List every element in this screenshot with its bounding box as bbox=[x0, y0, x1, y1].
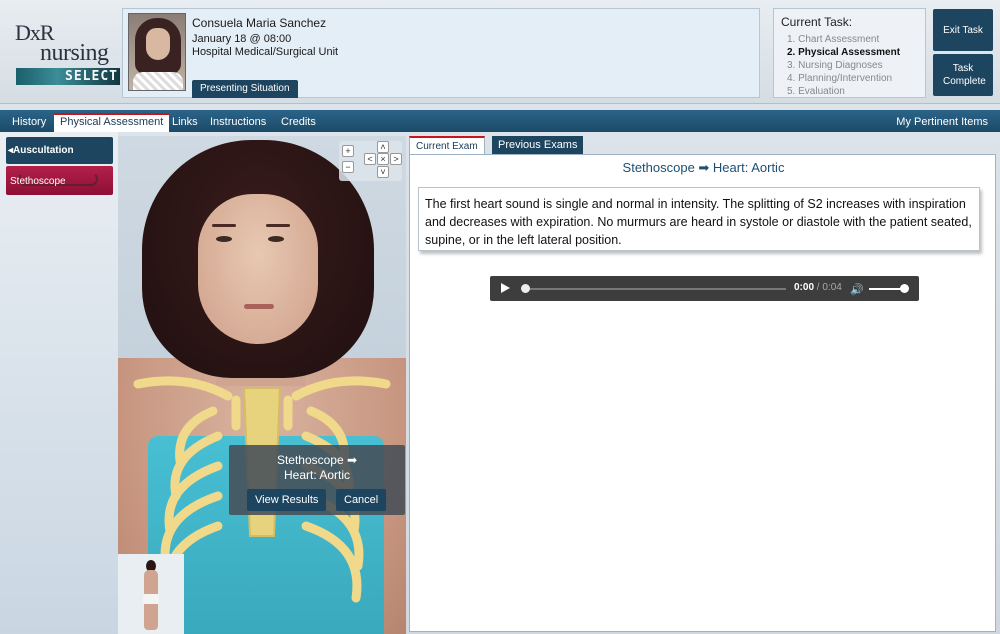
auscultation-point-popup: Stethoscope ➡ Heart: Aortic View Results… bbox=[229, 445, 405, 515]
patient-info-panel: Consuela Maria Sanchez January 18 @ 08:0… bbox=[122, 8, 760, 98]
audio-time: 0:00 / 0:04 bbox=[794, 282, 842, 293]
auscultation-button[interactable]: ◂Auscultation bbox=[6, 137, 113, 164]
current-task-title: Current Task: bbox=[781, 15, 853, 29]
exam-title: Stethoscope ➡ Heart: Aortic bbox=[622, 160, 785, 175]
audio-current-time: 0:00 bbox=[794, 282, 815, 293]
pan-up-button[interactable]: ˄ bbox=[377, 141, 389, 153]
mouth bbox=[244, 304, 274, 309]
logo-select: SELECT bbox=[65, 69, 118, 84]
task-list: 1. Chart Assessment 2. Physical Assessme… bbox=[781, 33, 918, 98]
tab-history[interactable]: History bbox=[6, 113, 52, 132]
task-item-physical-assessment: 2. Physical Assessment bbox=[787, 47, 901, 58]
task-item-evaluation: 5. Evaluation bbox=[787, 86, 845, 97]
popup-title: Stethoscope ➡ Heart: Aortic bbox=[229, 453, 405, 483]
audio-seek-handle[interactable] bbox=[521, 284, 530, 293]
presenting-situation-button[interactable]: Presenting Situation bbox=[192, 80, 298, 98]
patient-body-viewer[interactable]: + − < ˄ × ˅ > Stethoscope ➡ Heart: Aorti… bbox=[118, 136, 406, 634]
audio-seek-bar[interactable] bbox=[522, 288, 786, 290]
audio-duration: 0:04 bbox=[822, 282, 842, 293]
cancel-button[interactable]: Cancel bbox=[336, 489, 387, 511]
zoom-out-button[interactable]: − bbox=[342, 161, 354, 173]
popup-line2: Heart: Aortic bbox=[283, 468, 351, 482]
exam-method-sidebar: ◂Auscultation Stethoscope bbox=[0, 132, 118, 634]
back-view-thumbnail[interactable] bbox=[118, 554, 184, 634]
right-brow bbox=[266, 224, 290, 227]
tab-instructions[interactable]: Instructions bbox=[204, 113, 272, 132]
tab-physical-assessment[interactable]: Physical Assessment bbox=[54, 113, 170, 132]
view-results-button[interactable]: View Results bbox=[247, 489, 327, 511]
patient-name: Consuela Maria Sanchez bbox=[192, 16, 327, 30]
exit-task-button[interactable]: Exit Task bbox=[933, 9, 993, 51]
volume-handle[interactable] bbox=[900, 284, 909, 293]
pan-down-button[interactable]: ˅ bbox=[377, 166, 389, 178]
left-eye bbox=[216, 236, 232, 242]
exam-results-panel: Stethoscope ➡ Heart: Aortic The first he… bbox=[409, 154, 996, 632]
viewer-controls: + − < ˄ × ˅ > bbox=[339, 141, 402, 181]
patient-face bbox=[198, 194, 318, 344]
right-eye bbox=[268, 236, 284, 242]
main-nav: History Physical Assessment Links Instru… bbox=[0, 110, 1000, 132]
logo-nursing: nursing bbox=[40, 40, 109, 66]
task-complete-button[interactable]: Task Complete bbox=[933, 54, 993, 96]
patient-date: January 18 @ 08:00 bbox=[192, 33, 292, 45]
dxr-nursing-select-logo: DxR nursing SELECT bbox=[12, 18, 120, 88]
exam-findings-text: The first heart sound is single and norm… bbox=[418, 187, 980, 251]
tab-current-exam[interactable]: Current Exam bbox=[409, 136, 485, 155]
tab-credits[interactable]: Credits bbox=[275, 113, 322, 132]
task-item-chart-assessment: 1. Chart Assessment bbox=[787, 34, 880, 45]
app-header: DxR nursing SELECT Consuela Maria Sanche… bbox=[0, 0, 1000, 104]
left-brow bbox=[212, 224, 236, 227]
current-task-panel: Current Task: 1. Chart Assessment 2. Phy… bbox=[773, 8, 926, 98]
popup-line1: Stethoscope ➡ bbox=[276, 453, 358, 467]
patient-photo bbox=[128, 13, 186, 91]
auscultation-label: Auscultation bbox=[13, 145, 74, 156]
task-item-planning-intervention: 4. Planning/Intervention bbox=[787, 73, 893, 84]
pan-right-button[interactable]: > bbox=[390, 153, 402, 165]
stethoscope-tool-button[interactable]: Stethoscope bbox=[6, 166, 113, 195]
play-icon[interactable] bbox=[501, 283, 510, 293]
stethoscope-label: Stethoscope bbox=[10, 176, 66, 187]
tab-previous-exams[interactable]: Previous Exams bbox=[492, 136, 584, 155]
reset-view-button[interactable]: × bbox=[377, 153, 389, 165]
my-pertinent-items-link[interactable]: My Pertinent Items bbox=[896, 113, 988, 132]
volume-icon[interactable]: 🔊 bbox=[850, 283, 864, 296]
task-item-nursing-diagnoses: 3. Nursing Diagnoses bbox=[787, 60, 883, 71]
audio-player: 0:00 / 0:04 🔊 bbox=[490, 276, 919, 301]
pan-left-button[interactable]: < bbox=[364, 153, 376, 165]
task-complete-label: Task Complete bbox=[943, 63, 986, 87]
tab-links[interactable]: Links bbox=[166, 113, 204, 132]
zoom-in-button[interactable]: + bbox=[342, 145, 354, 157]
patient-unit: Hospital Medical/Surgical Unit bbox=[192, 46, 339, 58]
